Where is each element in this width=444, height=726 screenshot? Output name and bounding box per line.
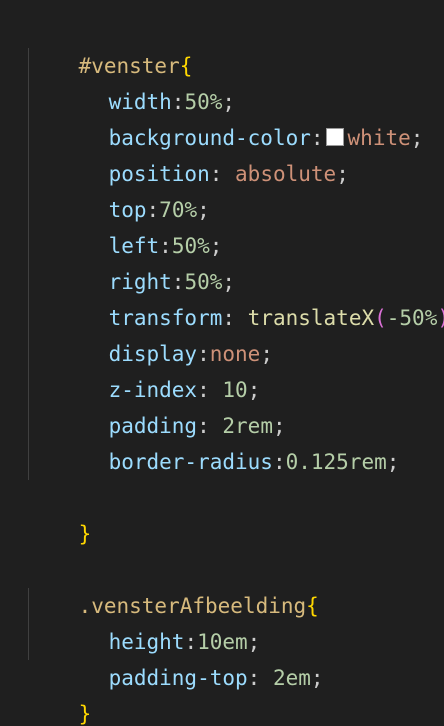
close-paren: ) (437, 306, 444, 330)
colon: : (247, 666, 273, 690)
code-line[interactable]: transform: translateX(-50%) (58, 264, 444, 330)
code-line[interactable]: top:70%; (58, 156, 210, 222)
css-value: absolute (235, 162, 337, 186)
semicolon: ; (386, 450, 400, 474)
code-line[interactable]: border-radius:0.125rem; (58, 408, 400, 474)
colon: : (209, 162, 236, 186)
colon: : (272, 450, 286, 474)
code-line[interactable]: } (28, 660, 92, 726)
css-property: padding-top (108, 666, 248, 690)
close-brace: } (78, 702, 92, 726)
code-line[interactable]: padding-top: 2em; (58, 624, 324, 690)
semicolon: ; (336, 162, 349, 186)
code-editor[interactable]: #venster{ width:50%; background-color: wh… (0, 0, 444, 726)
css-value: 2em (272, 666, 311, 690)
code-line[interactable]: right:50%; (58, 228, 235, 294)
semicolon: ; (410, 126, 424, 150)
code-line[interactable]: display:none; (58, 300, 273, 366)
open-paren: ( (374, 306, 387, 330)
semicolon: ; (260, 342, 273, 366)
open-brace: { (306, 594, 319, 618)
code-line[interactable]: height:10em; (58, 588, 261, 654)
code-line[interactable]: } (28, 480, 92, 546)
code-line[interactable]: padding: 2rem; (58, 372, 286, 438)
close-brace: } (78, 522, 92, 546)
semicolon: ; (310, 666, 324, 690)
code-line[interactable]: .vensterAfbeelding{ (28, 552, 319, 618)
css-value: white (347, 126, 411, 150)
code-line[interactable]: background-color: white; (58, 84, 424, 150)
code-line[interactable]: z-index: 10; (58, 336, 261, 402)
css-value: 0.125rem (285, 450, 387, 474)
code-line[interactable]: left:50%; (58, 192, 223, 258)
code-line[interactable]: position: absolute; (58, 120, 349, 186)
code-line[interactable]: width:50%; (58, 48, 235, 114)
code-line[interactable]: #venster{ (28, 12, 193, 78)
css-value: -50% (386, 306, 438, 330)
css-property: border-radius (108, 450, 273, 474)
